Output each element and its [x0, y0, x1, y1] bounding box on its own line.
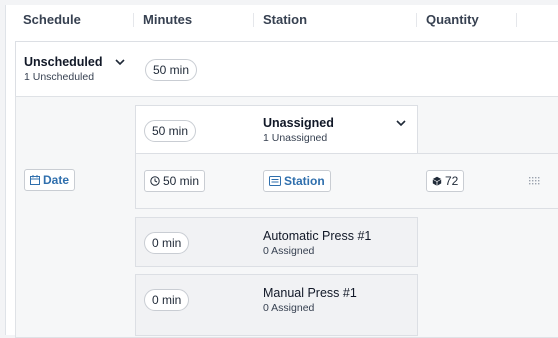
- quantity-button[interactable]: 72: [426, 170, 465, 192]
- chevron-down-icon[interactable]: [395, 118, 407, 128]
- task-minutes-button[interactable]: 50 min: [144, 170, 206, 192]
- clock-icon: [150, 176, 160, 186]
- cube-icon: [432, 176, 442, 186]
- minutes-pill: 0 min: [144, 232, 190, 254]
- task-minutes-value: 50 min: [163, 174, 200, 188]
- station-row[interactable]: 0 min Manual Press #1 0 Assigned: [135, 274, 418, 336]
- station-assigned-count: 0 Assigned: [263, 302, 315, 314]
- column-divider: [416, 13, 417, 27]
- group-title: Unscheduled: [24, 55, 103, 69]
- group-subtitle: 1 Unassigned: [263, 132, 328, 144]
- station-button[interactable]: Station: [263, 170, 331, 192]
- station-button-label: Station: [284, 174, 325, 188]
- column-header-station[interactable]: Station: [263, 12, 307, 27]
- task-row[interactable]: 50 min Station 72: [135, 153, 558, 209]
- schedule-board: Schedule Minutes Station Quantity Unsche…: [5, 5, 558, 338]
- date-button-label: Date: [43, 173, 70, 187]
- group-title: Unassigned: [263, 116, 334, 130]
- column-header-minutes[interactable]: Minutes: [143, 12, 192, 27]
- column-header-quantity[interactable]: Quantity: [426, 12, 479, 27]
- chevron-down-icon[interactable]: [114, 57, 126, 67]
- group-subtitle: 1 Unscheduled: [24, 71, 95, 83]
- drag-handle-icon[interactable]: [529, 177, 540, 185]
- column-divider: [253, 13, 254, 27]
- minutes-pill: 0 min: [144, 289, 190, 311]
- column-divider: [516, 13, 517, 27]
- column-divider: [133, 13, 134, 27]
- unscheduled-group-row[interactable]: Unscheduled 1 Unscheduled 50 min: [15, 41, 558, 98]
- unassigned-group-row[interactable]: 50 min Unassigned 1 Unassigned: [135, 105, 418, 154]
- station-name: Manual Press #1: [263, 286, 357, 300]
- quantity-value: 72: [445, 174, 459, 188]
- calendar-icon: [30, 175, 40, 185]
- station-row[interactable]: 0 min Automatic Press #1 0 Assigned: [135, 217, 418, 267]
- table-header: Schedule Minutes Station Quantity: [6, 5, 558, 35]
- date-button[interactable]: Date: [24, 169, 76, 191]
- column-header-schedule[interactable]: Schedule: [23, 12, 81, 27]
- minutes-pill: 50 min: [144, 120, 197, 142]
- station-name: Automatic Press #1: [263, 229, 372, 243]
- minutes-pill: 50 min: [145, 59, 198, 81]
- station-assigned-count: 0 Assigned: [263, 245, 315, 257]
- station-icon: [269, 176, 281, 186]
